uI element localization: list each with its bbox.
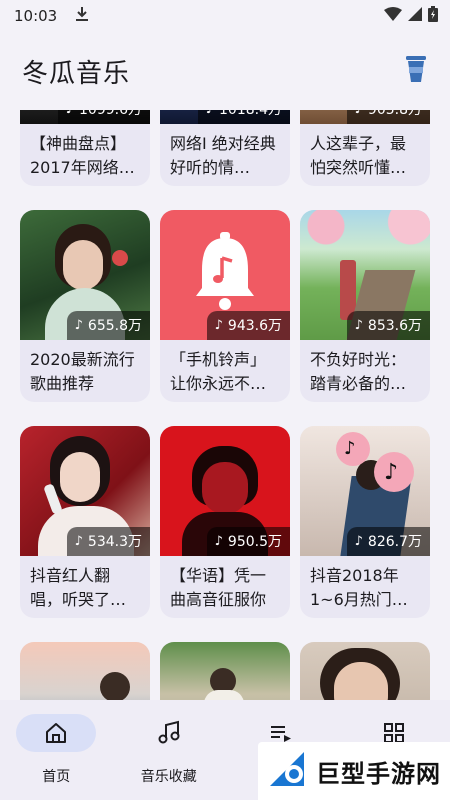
app-bar: 冬瓜音乐: [0, 32, 450, 110]
nav-label: 首页: [42, 769, 71, 785]
playlist-row: ♪ 534.3万 抖音红人翻唱，听哭了… ♪ 950.5万 【华语】凭一曲高音征服你: [20, 426, 430, 618]
playlist-title: 抖音2018年1~6月热门…: [310, 566, 408, 609]
playlist-card[interactable]: [160, 642, 290, 700]
nav-item-home[interactable]: 首页: [0, 700, 113, 800]
playlist-card[interactable]: ♪ ♪ ♪ 826.7万 抖音2018年1~6月热门…: [300, 426, 430, 618]
music-note-icon: ♪: [214, 533, 223, 549]
music-note-icon: ♪: [74, 317, 83, 333]
playlist-card[interactable]: ♪ 534.3万 抖音红人翻唱，听哭了…: [20, 426, 150, 618]
playlist-cover: [160, 642, 290, 700]
watermark-logo-icon: [264, 746, 310, 796]
playlist-title: 不负好时光：踏青必备的…: [310, 350, 407, 393]
playlist-title: 2020最新流行歌曲推荐: [30, 350, 135, 393]
playlist-cover: ♪ ♪ ♪ 826.7万: [300, 426, 430, 556]
playlist-card[interactable]: ♪ 950.5万 【华语】凭一曲高音征服你: [160, 426, 290, 618]
play-count: 1018.4万: [219, 110, 282, 118]
playlist-cover: ♪ 853.6万: [300, 210, 430, 340]
play-count: 950.5万: [227, 534, 282, 550]
play-count: 905.8万: [367, 110, 422, 118]
music-note-icon: [129, 714, 209, 752]
play-count: 826.7万: [367, 534, 422, 550]
playlist-card[interactable]: ♪ 853.6万 不负好时光：踏青必备的…: [300, 210, 430, 402]
playlist-row: ♪ 655.8万 2020最新流行歌曲推荐 ♪ 943.6万 「手机铃声」让你永…: [20, 210, 430, 402]
playlist-feed[interactable]: ♪ 1099.6万 【神曲盘点】2017年网络… ♪ 1018.4万 网络I 绝对经…: [0, 110, 450, 700]
home-icon: [16, 714, 97, 752]
status-time: 10:03: [14, 7, 58, 25]
playlist-card[interactable]: ♪ 1099.6万 【神曲盘点】2017年网络…: [20, 110, 150, 186]
music-note-icon: ♪: [355, 110, 363, 117]
play-count: 1099.6万: [79, 110, 142, 118]
playlist-card[interactable]: [20, 642, 150, 700]
nav-item-favorites[interactable]: 音乐收藏: [113, 700, 226, 800]
music-note-icon: ♪: [206, 110, 214, 117]
watermark-text: 巨型手游网: [316, 759, 441, 788]
playlist-card[interactable]: ♪ 943.6万 「手机铃声」让你永远不…: [160, 210, 290, 402]
music-note-icon: ♪: [354, 533, 363, 549]
tiktok-icon: ♪: [384, 460, 399, 485]
playlist-cover: ♪ 950.5万: [160, 426, 290, 556]
watermark: 巨型手游网: [258, 742, 450, 800]
playlist-cover: [300, 642, 430, 700]
playlist-card[interactable]: ♪ 1018.4万 网络I 绝对经典好听的情…: [160, 110, 290, 186]
playlist-row: ♪ 1099.6万 【神曲盘点】2017年网络… ♪ 1018.4万 网络I 绝对经…: [20, 110, 430, 186]
wifi-icon: [384, 7, 402, 25]
play-count: 534.3万: [87, 534, 142, 550]
playlist-row: [20, 642, 430, 700]
playlist-card[interactable]: ♪ 655.8万 2020最新流行歌曲推荐: [20, 210, 150, 402]
playlist-cover: [20, 642, 150, 700]
tiktok-icon: ♪: [344, 438, 356, 459]
playlist-card[interactable]: [300, 642, 430, 700]
music-note-icon: ♪: [354, 317, 363, 333]
download-icon: [75, 6, 89, 26]
status-bar: 10:03: [0, 0, 450, 32]
playlist-cover: ♪ 943.6万: [160, 210, 290, 340]
play-count: 943.6万: [227, 318, 282, 334]
nav-label: 音乐收藏: [140, 769, 197, 785]
playlist-card[interactable]: ♪ 905.8万 人这辈子，最怕突然听懂…: [300, 110, 430, 186]
music-note-icon: ♪: [74, 533, 83, 549]
playlist-cover: ♪ 534.3万: [20, 426, 150, 556]
playlist-title: 抖音红人翻唱，听哭了…: [30, 566, 127, 609]
playlist-title: 【华语】凭一曲高音征服你: [170, 566, 267, 609]
play-count: 853.6万: [367, 318, 422, 334]
music-note-icon: ♪: [214, 317, 223, 333]
playlist-title: 人这辈子，最怕突然听懂…: [310, 134, 407, 177]
play-count: 655.8万: [87, 318, 142, 334]
battery-icon: [428, 6, 438, 26]
music-note-icon: ♪: [66, 110, 74, 117]
coffee-cup-icon[interactable]: [404, 54, 428, 88]
app-title: 冬瓜音乐: [22, 58, 131, 89]
signal-icon: [408, 7, 422, 25]
playlist-title: 「手机铃声」让你永远不…: [170, 350, 267, 393]
playlist-title: 【神曲盘点】2017年网络…: [30, 134, 135, 177]
playlist-title: 网络I 绝对经典好听的情…: [170, 134, 276, 177]
bell-icon: [192, 232, 258, 316]
playlist-cover: ♪ 655.8万: [20, 210, 150, 340]
